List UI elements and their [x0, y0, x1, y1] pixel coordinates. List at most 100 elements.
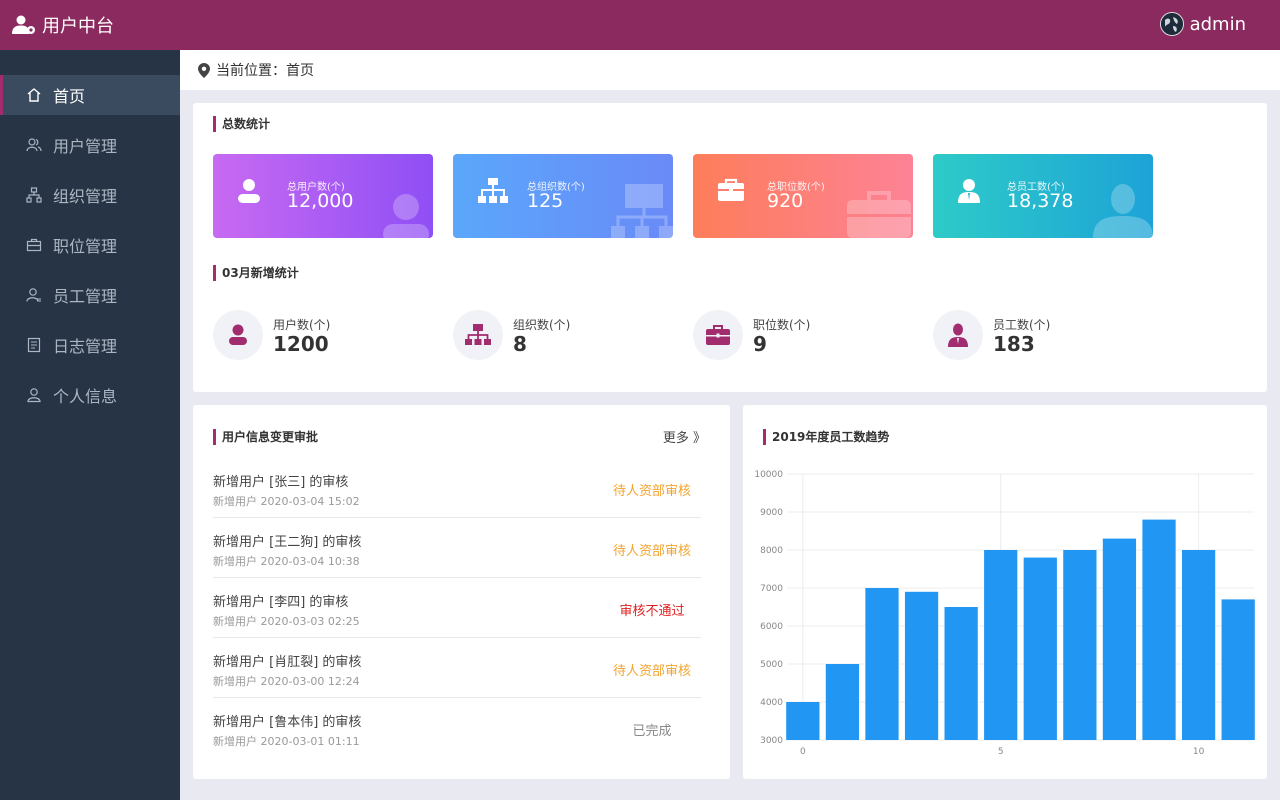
y-tick-label: 5000	[760, 660, 783, 670]
item-title: 新增用户 [鲁本伟] 的审核	[213, 715, 362, 730]
monthly-title: 03月新增统计	[213, 265, 299, 281]
location-pin-icon	[198, 62, 210, 78]
item-subtitle: 新增用户 2020-03-03 02:25	[213, 615, 360, 628]
briefcase-icon	[26, 237, 42, 253]
mini-icon-circle	[453, 310, 503, 360]
sidebar-item-label: 首页	[53, 87, 86, 106]
sidebar-item-users[interactable]: 用户管理	[0, 125, 180, 165]
status-badge: 待人资部审核	[612, 544, 691, 559]
mini-value: 9	[753, 332, 767, 356]
person-icon	[26, 387, 42, 403]
card-value: 920	[767, 190, 804, 212]
item-subtitle: 新增用户 2020-03-00 12:24	[213, 675, 360, 688]
card-value: 18,378	[1007, 190, 1074, 212]
chart-bar	[984, 550, 1018, 740]
monthly-employees: 员工数(个) 183	[933, 310, 1153, 360]
card-value: 12,000	[287, 190, 354, 212]
breadcrumb-prefix: 当前位置：	[216, 63, 286, 79]
sidebar-item-org[interactable]: 组织管理	[0, 175, 180, 215]
mini-label: 职位数(个)	[753, 318, 811, 332]
org-icon	[26, 187, 42, 203]
sidebar-item-employees[interactable]: 员工管理	[0, 275, 180, 315]
list-item[interactable]: 新增用户 [鲁本伟] 的审核 新增用户 2020-03-01 01:11 已完成	[213, 698, 701, 758]
org-icon	[465, 324, 491, 345]
x-tick-label: 5	[998, 747, 1004, 757]
sidebar-item-label: 个人信息	[53, 387, 118, 406]
top-header: 用户中台 admin	[0, 0, 1280, 50]
y-tick-label: 3000	[760, 736, 783, 746]
list-item[interactable]: 新增用户 [肖肛裂] 的审核 新增用户 2020-03-00 12:24 待人资…	[213, 638, 701, 698]
total-orgs-card[interactable]: 总组织数(个) 125	[453, 154, 673, 238]
mini-value: 183	[993, 332, 1035, 356]
sidebar-item-home[interactable]: 首页	[0, 75, 180, 115]
app-title: 用户中台	[42, 16, 114, 37]
item-subtitle: 新增用户 2020-03-01 01:11	[213, 735, 360, 748]
chart-bar	[825, 664, 860, 740]
breadcrumb: 当前位置： 首页	[180, 50, 1280, 90]
mini-icon-circle	[213, 310, 263, 360]
sidebar-item-logs[interactable]: 日志管理	[0, 325, 180, 365]
globe-icon	[1160, 13, 1183, 35]
user-icon	[238, 179, 260, 203]
chart-bar	[1023, 557, 1057, 740]
user-icon	[229, 324, 247, 345]
briefcase-icon	[706, 325, 730, 345]
status-badge: 已完成	[632, 724, 672, 739]
card-value: 125	[527, 190, 564, 212]
more-link[interactable]: 更多 》	[663, 427, 706, 446]
sidebar-item-label: 组织管理	[53, 187, 118, 206]
approvals-panel: 用户信息变更审批 更多 》 新增用户 [张三] 的审核 新增用户 2020-03…	[193, 405, 730, 779]
mini-value: 1200	[273, 332, 329, 356]
y-tick-label: 6000	[760, 622, 783, 632]
sidebar-item-label: 日志管理	[53, 337, 118, 356]
chart-bar	[1181, 550, 1216, 740]
breadcrumb-current[interactable]: 首页	[286, 60, 314, 80]
item-title: 新增用户 [王二狗] 的审核	[213, 535, 362, 550]
item-title: 新增用户 [肖肛裂] 的审核	[213, 655, 362, 670]
employee-icon	[958, 179, 980, 203]
y-tick-label: 8000	[760, 546, 783, 556]
avatar	[1159, 12, 1184, 36]
chart-bar	[1063, 550, 1097, 740]
home-icon	[26, 87, 42, 103]
chart-bar	[904, 591, 939, 740]
employee-silhouette-icon	[1093, 184, 1153, 238]
sidebar-item-positions[interactable]: 职位管理	[0, 225, 180, 265]
status-badge: 待人资部审核	[612, 484, 691, 499]
briefcase-large-icon	[847, 191, 911, 238]
item-subtitle: 新增用户 2020-03-04 10:38	[213, 555, 360, 568]
stats-panel: 总数统计 总用户数(个) 12,000 总组织数(个) 125 总职位数(个) …	[193, 103, 1267, 392]
chart-bar	[865, 588, 899, 740]
item-subtitle: 新增用户 2020-03-04 15:02	[213, 495, 360, 508]
list-item[interactable]: 新增用户 [李四] 的审核 新增用户 2020-03-03 02:25 审核不通…	[213, 578, 701, 638]
briefcase-icon	[718, 178, 744, 201]
user-admin-icon	[12, 15, 35, 34]
chart-panel: 2019年度员工数趋势 3000 4000 5000 6000 7000 8000 9000…	[743, 405, 1267, 779]
total-users-card[interactable]: 总用户数(个) 12,000	[213, 154, 433, 238]
sidebar-item-profile[interactable]: 个人信息	[0, 375, 180, 415]
mini-label: 员工数(个)	[993, 318, 1051, 332]
monthly-orgs: 组织数(个) 8	[453, 310, 673, 360]
y-tick-label: 10000	[754, 470, 783, 480]
monthly-users: 用户数(个) 1200	[213, 310, 433, 360]
sidebar-item-label: 用户管理	[53, 137, 118, 156]
brand[interactable]: 用户中台	[0, 12, 114, 38]
y-tick-label: 4000	[760, 698, 783, 708]
mini-label: 用户数(个)	[273, 318, 331, 332]
list-item[interactable]: 新增用户 [张三] 的审核 新增用户 2020-03-04 15:02 待人资部…	[213, 458, 701, 518]
org-chart-icon	[611, 184, 673, 238]
x-tick-label: 10	[1193, 747, 1205, 757]
y-tick-label: 7000	[760, 584, 783, 594]
log-icon	[26, 337, 42, 353]
employee-icon	[26, 287, 42, 303]
monthly-positions: 职位数(个) 9	[693, 310, 913, 360]
chart-bar	[944, 607, 978, 740]
list-item[interactable]: 新增用户 [王二狗] 的审核 新增用户 2020-03-04 10:38 待人资…	[213, 518, 701, 578]
chart-bar	[1221, 599, 1255, 740]
x-tick-label: 0	[800, 747, 806, 757]
employee-trend-chart: 3000 4000 5000 6000 7000 8000 9000 10000 0 5 10	[754, 470, 1255, 757]
total-positions-card[interactable]: 总职位数(个) 920	[693, 154, 913, 238]
item-title: 新增用户 [李四] 的审核	[213, 595, 349, 610]
user-menu[interactable]: admin	[1159, 12, 1246, 36]
total-employees-card[interactable]: 总员工数(个) 18,378	[933, 154, 1153, 238]
